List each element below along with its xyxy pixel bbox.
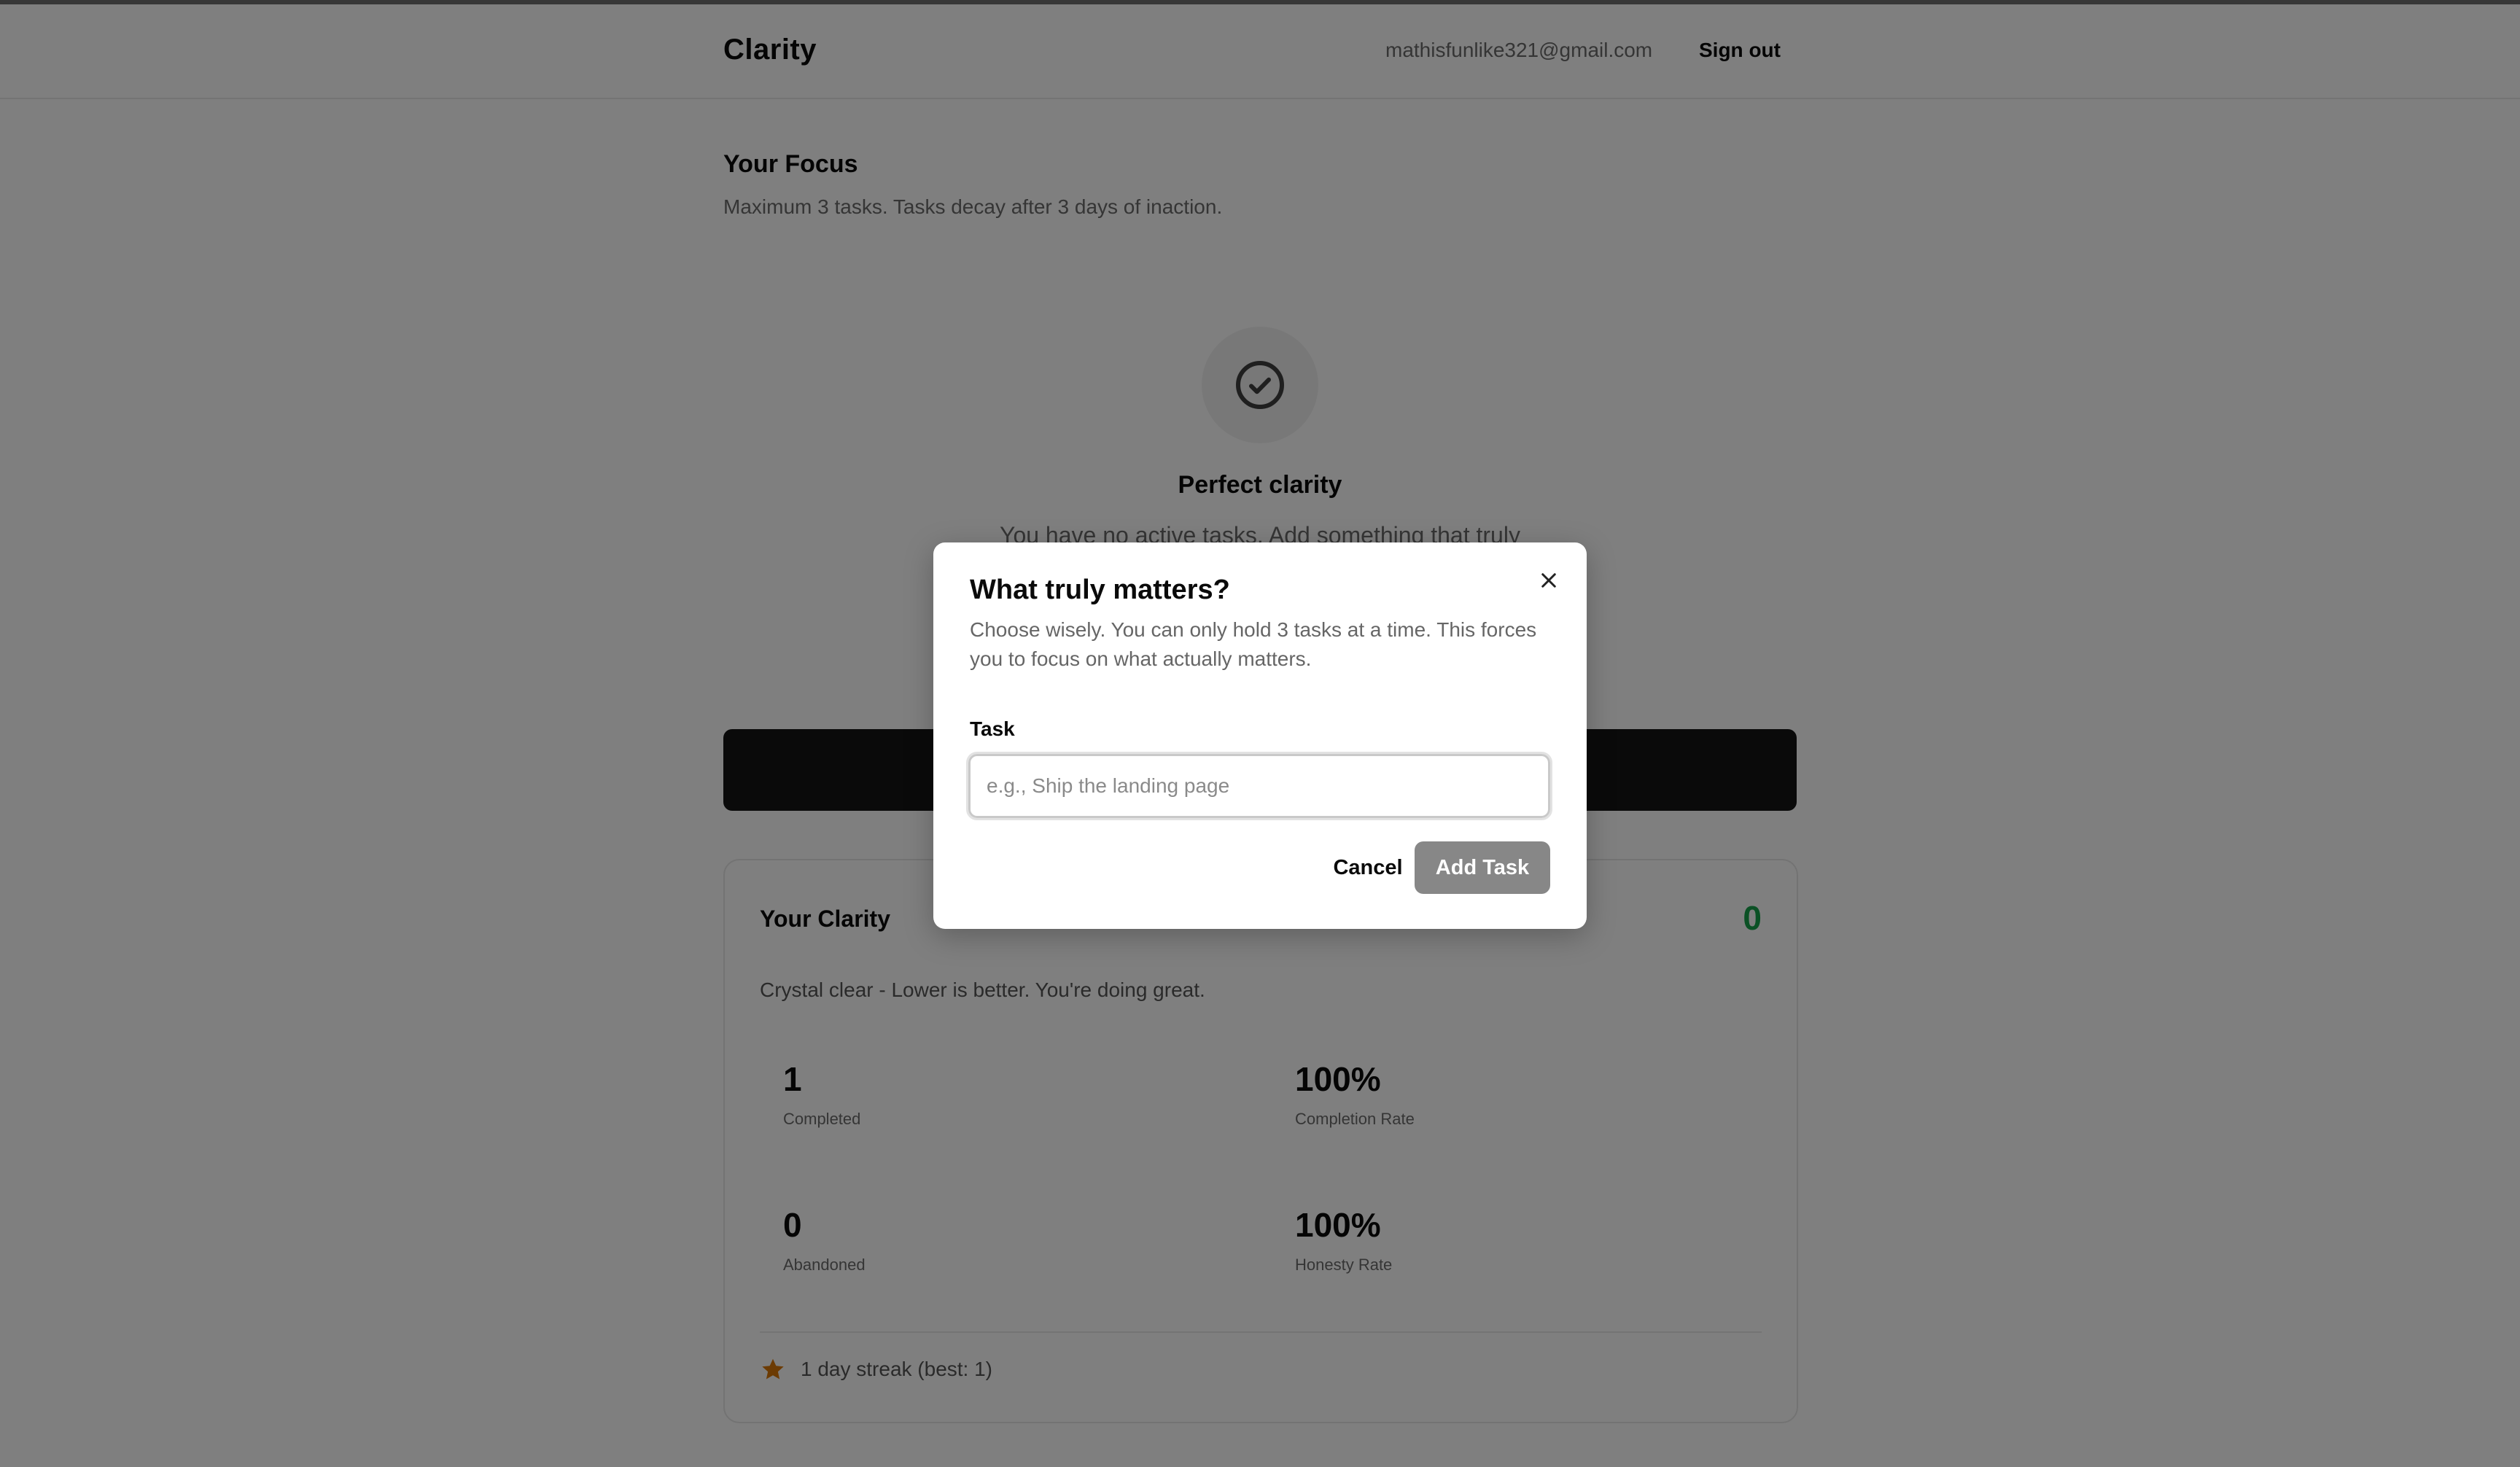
add-task-dialog: What truly matters? Choose wisely. You c… [933, 542, 1587, 929]
close-icon[interactable] [1536, 567, 1562, 594]
dialog-title: What truly matters? [970, 575, 1230, 605]
add-task-submit-button[interactable]: Add Task [1415, 841, 1550, 894]
dialog-description: Choose wisely. You can only hold 3 tasks… [970, 618, 1537, 670]
task-field-label: Task [970, 717, 1015, 740]
task-input[interactable] [966, 752, 1552, 820]
